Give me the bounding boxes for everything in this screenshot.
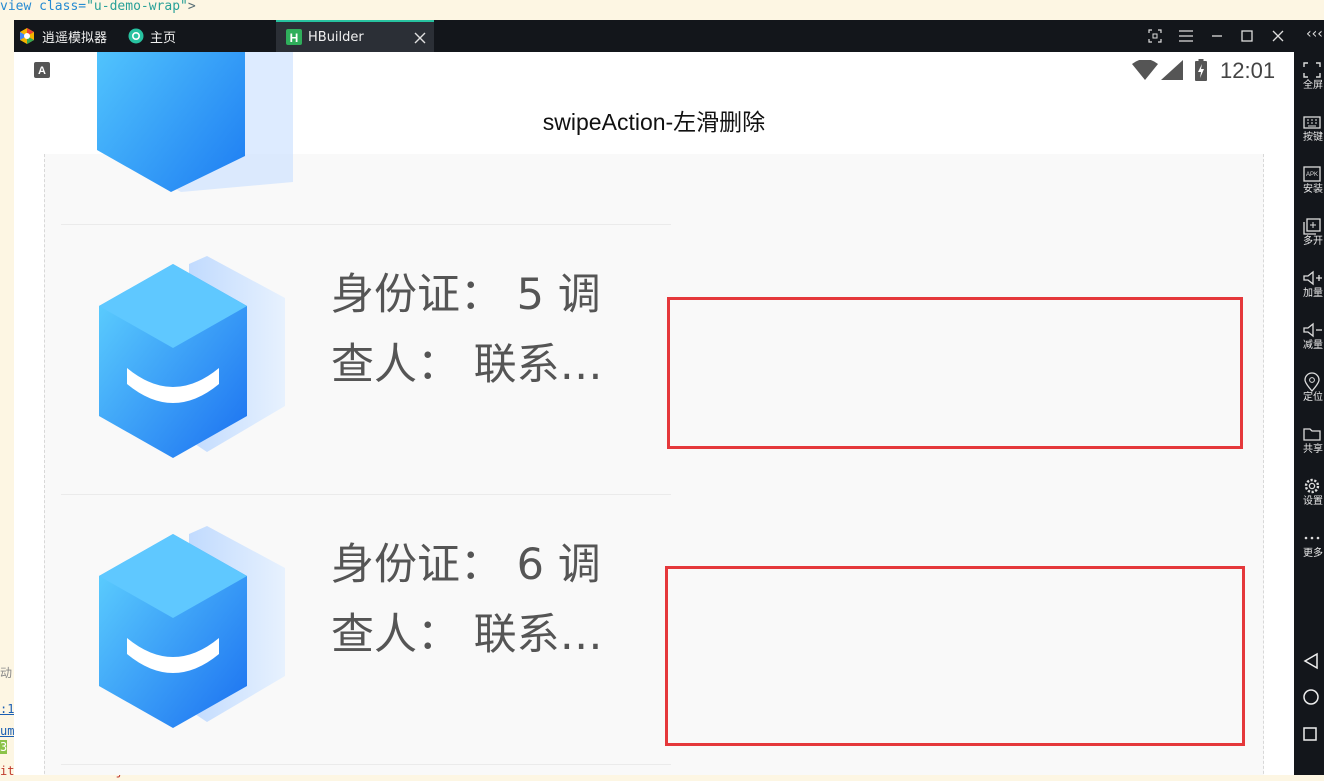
volume-down-icon [1303, 322, 1322, 338]
battery-icon [1195, 59, 1207, 81]
code-value: "u-demo-wrap" [86, 0, 188, 14]
hbuilder-icon: H [286, 29, 302, 45]
item-title-line1: 身份证： 5 调 [331, 270, 601, 320]
tab-label: 逍遥模拟器 [42, 30, 108, 46]
tab-hbuilder[interactable]: H HBuilder [276, 20, 434, 52]
status-time: 12:01 [1220, 58, 1276, 83]
volume-up-icon [1303, 270, 1322, 286]
recents-icon[interactable] [1302, 726, 1318, 742]
gutter-badge: 3 [0, 740, 8, 754]
list-item[interactable] [61, 52, 671, 225]
toolbar-label: 全屏 [1303, 80, 1323, 91]
maximize-button[interactable] [1232, 20, 1262, 52]
swipe-action-area[interactable] [665, 566, 1245, 746]
gutter-link[interactable]: :1 [0, 702, 14, 716]
swipe-action-area[interactable] [667, 297, 1243, 449]
collapse-icon[interactable]: ‹‹‹ [1306, 26, 1323, 42]
wifi-icon [1132, 60, 1158, 80]
code-tag: view [0, 0, 40, 14]
screenshot-button[interactable] [1140, 20, 1170, 52]
home-icon [128, 28, 144, 44]
svg-text:APK: APK [1306, 172, 1318, 178]
multi-instance-icon [1303, 218, 1321, 235]
gutter-text: 动 [0, 666, 13, 680]
cube-logo-image [99, 526, 285, 728]
gutter-link[interactable]: um [0, 724, 14, 738]
editor-code-line: view class="u-demo-wrap"> [0, 0, 1324, 20]
item-title-line2: 查人： 联系… [331, 340, 603, 390]
screenshot-icon [1148, 29, 1162, 43]
toolbar-install[interactable]: APK 安装 [1294, 164, 1324, 196]
home-circle-icon[interactable] [1302, 688, 1320, 706]
tab-label: 主页 [150, 30, 177, 46]
tab-emulator[interactable]: 逍遥模拟器 [18, 20, 118, 52]
gear-icon [1304, 478, 1320, 494]
toolbar-more[interactable]: 更多 [1294, 528, 1324, 560]
emulator-window: 逍遥模拟器 主页 H HBuilder A 12:01 swipeAction-… [14, 20, 1324, 775]
toolbar-label: 共享 [1303, 444, 1323, 455]
code-attr: class= [39, 0, 87, 14]
toolbar-label: 加量 [1303, 288, 1323, 299]
minimize-button[interactable] [1202, 20, 1232, 52]
toolbar-label: 多开 [1303, 236, 1323, 247]
signal-icon [1161, 60, 1183, 80]
toolbar-label: 减量 [1303, 340, 1323, 351]
menu-button[interactable] [1171, 20, 1201, 52]
phone-screen: A 12:01 swipeAction-左滑删除 身份证： 5 调 查人： 联系… [14, 52, 1294, 775]
emulator-logo-icon [20, 28, 34, 44]
list-item[interactable]: 身份证： 5 调 查人： 联系… [61, 224, 671, 495]
code-close: > [187, 0, 196, 14]
tab-home[interactable]: 主页 [128, 20, 218, 52]
location-icon [1304, 372, 1320, 392]
item-title-line2: 查人： 联系… [331, 610, 603, 660]
close-window-button[interactable] [1263, 20, 1293, 52]
toolbar-label: 更多 [1303, 548, 1323, 559]
minimize-icon [1212, 35, 1222, 37]
toolbar-multi[interactable]: 多开 [1294, 216, 1324, 248]
tab-label: HBuilder [308, 29, 364, 45]
svg-text:H: H [290, 31, 299, 45]
more-icon [1304, 536, 1320, 540]
toolbar-keyboard[interactable]: 按键 [1294, 112, 1324, 144]
toolbar-volume-down[interactable]: 减量 [1294, 320, 1324, 352]
menu-icon [1179, 30, 1193, 42]
demo-wrap: 身份证： 5 调 查人： 联系… 身份证： 6 调 查人： 联系… [44, 52, 1264, 775]
cube-logo-image [99, 256, 285, 458]
toolbar-share[interactable]: 共享 [1294, 424, 1324, 456]
emulator-titlebar: 逍遥模拟器 主页 H HBuilder [14, 20, 1324, 52]
emulator-toolbar: ‹‹‹ 全屏 按键 APK 安装 多开 加量 减量 定位 共享 设置 更多 [1294, 20, 1324, 775]
cube-logo-image [97, 52, 293, 192]
close-icon[interactable] [414, 32, 426, 44]
toolbar-settings[interactable]: 设置 [1294, 476, 1324, 508]
toolbar-label: 定位 [1303, 392, 1323, 403]
apk-icon: APK [1303, 166, 1321, 182]
toolbar-label: 安装 [1303, 184, 1323, 195]
notification-a-icon: A [34, 62, 50, 78]
keyboard-icon [1303, 116, 1321, 129]
fullscreen-icon [1303, 62, 1321, 78]
item-title-line1: 身份证： 6 调 [331, 540, 601, 590]
toolbar-label: 设置 [1303, 496, 1323, 507]
back-icon[interactable] [1302, 652, 1320, 670]
svg-text:A: A [38, 65, 46, 77]
toolbar-volume-up[interactable]: 加量 [1294, 268, 1324, 300]
toolbar-fullscreen[interactable]: 全屏 [1294, 60, 1324, 92]
maximize-icon [1241, 30, 1253, 42]
toolbar-label: 按键 [1303, 132, 1323, 143]
editor-gutter: 动 :1 um 3 [0, 640, 14, 781]
close-icon [1272, 30, 1284, 42]
toolbar-location[interactable]: 定位 [1294, 372, 1324, 404]
folder-icon [1303, 428, 1321, 441]
list-item[interactable]: 身份证： 6 调 查人： 联系… [61, 494, 671, 765]
